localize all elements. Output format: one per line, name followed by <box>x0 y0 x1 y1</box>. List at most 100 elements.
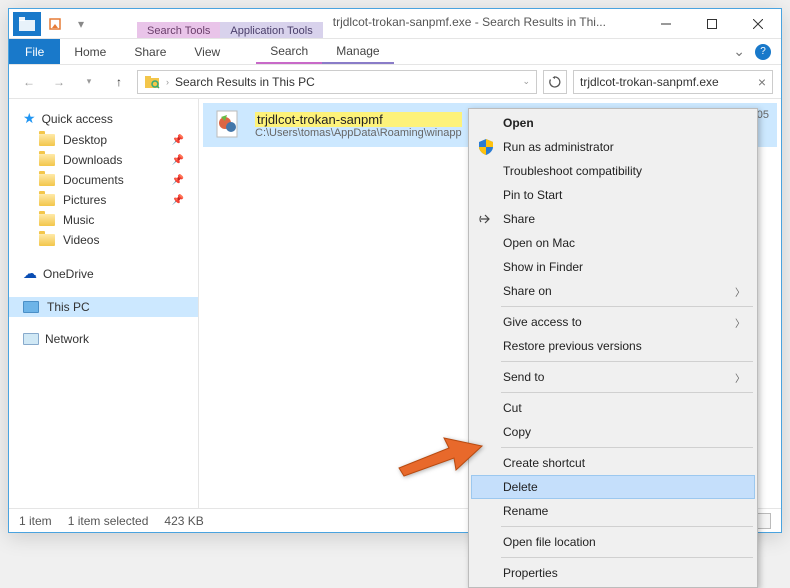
sidebar-network[interactable]: Network <box>9 329 198 349</box>
sidebar-item-music[interactable]: Music <box>9 210 198 230</box>
ctx-label: Delete <box>503 480 538 494</box>
sidebar-item-pictures[interactable]: Pictures📌 <box>9 190 198 210</box>
address-dropdown-icon[interactable]: ⌄ <box>522 76 530 87</box>
ribbon-tab-search[interactable]: Search <box>256 39 322 64</box>
pin-icon: 📌 <box>172 175 184 186</box>
status-item-count: 1 item <box>19 514 52 528</box>
ctx-copy[interactable]: Copy <box>471 420 755 444</box>
ctx-label: Open on Mac <box>503 236 575 250</box>
search-input[interactable] <box>580 75 758 89</box>
qat-dropdown-icon[interactable]: ▾ <box>69 12 93 36</box>
sidebar-item-desktop[interactable]: Desktop📌 <box>9 130 198 150</box>
ctx-give-access[interactable]: Give access to〉 <box>471 310 755 334</box>
shield-icon <box>477 138 495 156</box>
ctx-restore[interactable]: Restore previous versions <box>471 334 755 358</box>
ctx-label: Restore previous versions <box>503 339 642 353</box>
ribbon-expand-icon[interactable]: ⌄ <box>733 43 745 60</box>
nav-recent-dropdown[interactable]: ▾ <box>77 70 101 94</box>
sidebar-item-videos[interactable]: Videos <box>9 230 198 250</box>
sidebar-item-label: Music <box>63 213 94 227</box>
ctx-label: Send to <box>503 370 544 384</box>
sidebar-item-downloads[interactable]: Downloads 📌 <box>9 150 198 170</box>
context-menu: Open Run as administrator Troubleshoot c… <box>468 108 758 588</box>
window-title: trjdlcot-trokan-sanpmf.exe - Search Resu… <box>323 9 643 38</box>
result-text: trjdlcot-trokan-sanpmf C:\Users\tomas\Ap… <box>255 112 462 139</box>
nav-up-button[interactable]: ↑ <box>107 70 131 94</box>
ctx-send-to[interactable]: Send to〉 <box>471 365 755 389</box>
sidebar-item-label: Pictures <box>63 193 106 207</box>
ctx-show-finder[interactable]: Show in Finder <box>471 255 755 279</box>
quick-access-label: Quick access <box>42 112 113 126</box>
onedrive-label: OneDrive <box>43 267 94 281</box>
refresh-button[interactable] <box>543 70 567 94</box>
ctx-label: Rename <box>503 504 548 518</box>
star-icon: ★ <box>23 110 36 127</box>
ctx-separator <box>501 306 753 307</box>
result-filename: trjdlcot-trokan-sanpmf <box>255 112 462 127</box>
clear-search-icon[interactable]: × <box>758 74 766 90</box>
network-label: Network <box>45 332 89 346</box>
ctx-label: Share on <box>503 284 552 298</box>
share-icon <box>477 210 495 228</box>
chevron-right-icon: 〉 <box>735 315 745 330</box>
sidebar-item-documents[interactable]: Documents📌 <box>9 170 198 190</box>
ctx-label: Pin to Start <box>503 188 562 202</box>
pin-icon: 📌 <box>172 135 184 146</box>
address-path-text: Search Results in This PC <box>175 75 315 89</box>
ctx-label: Properties <box>503 566 558 580</box>
ribbon-tab-manage[interactable]: Manage <box>322 39 393 64</box>
ribbon-file-tab[interactable]: File <box>9 39 60 64</box>
ribbon-tab-home[interactable]: Home <box>60 39 120 64</box>
status-size: 423 KB <box>164 514 203 528</box>
ribbon: File Home Share View Search Manage ⌄ ? <box>9 39 781 65</box>
ctx-label: Show in Finder <box>503 260 583 274</box>
nav-back-button[interactable]: ← <box>17 70 41 94</box>
maximize-button[interactable] <box>689 9 735 38</box>
pin-icon: 📌 <box>172 155 184 166</box>
ctx-pin-start[interactable]: Pin to Start <box>471 183 755 207</box>
ctx-label: Troubleshoot compatibility <box>503 164 642 178</box>
address-path-box[interactable]: › Search Results in This PC ⌄ <box>137 70 537 94</box>
ctx-open-location[interactable]: Open file location <box>471 530 755 554</box>
search-box[interactable]: × <box>573 70 773 94</box>
qat-properties-icon[interactable] <box>43 12 67 36</box>
ctx-rename[interactable]: Rename <box>471 499 755 523</box>
ctx-run-admin[interactable]: Run as administrator <box>471 135 755 159</box>
ribbon-tab-view[interactable]: View <box>180 39 234 64</box>
chevron-right-icon: 〉 <box>735 284 745 299</box>
ctx-label: Run as administrator <box>503 140 614 154</box>
ribbon-tab-share[interactable]: Share <box>120 39 180 64</box>
ctx-separator <box>501 361 753 362</box>
qat-app-icon[interactable] <box>13 12 41 36</box>
contextual-tab-headers: Search Tools Application Tools <box>137 9 323 38</box>
chevron-right-icon: › <box>166 77 169 87</box>
minimize-button[interactable] <box>643 9 689 38</box>
ctx-open-mac[interactable]: Open on Mac <box>471 231 755 255</box>
navigation-pane: ★ Quick access Desktop📌 Downloads 📌 Docum… <box>9 99 199 508</box>
sidebar-onedrive[interactable]: ☁ OneDrive <box>9 262 198 285</box>
close-button[interactable] <box>735 9 781 38</box>
ctx-share-on[interactable]: Share on 〉 <box>471 279 755 303</box>
ctx-properties[interactable]: Properties <box>471 561 755 585</box>
annotation-arrow <box>394 428 484 481</box>
sidebar-item-label: Downloads <box>63 153 122 167</box>
folder-icon <box>39 174 55 186</box>
ctx-separator <box>501 557 753 558</box>
ctx-cut[interactable]: Cut <box>471 396 755 420</box>
ctx-troubleshoot[interactable]: Troubleshoot compatibility <box>471 159 755 183</box>
ctx-create-shortcut[interactable]: Create shortcut <box>471 451 755 475</box>
cloud-icon: ☁ <box>23 265 37 282</box>
search-folder-icon <box>144 74 160 90</box>
ctx-delete[interactable]: Delete <box>471 475 755 499</box>
sidebar-quick-access[interactable]: ★ Quick access <box>9 107 198 130</box>
nav-forward-button[interactable]: → <box>47 70 71 94</box>
network-icon <box>23 333 39 345</box>
result-date-fragment: 05 <box>757 109 769 121</box>
ctx-share[interactable]: Share <box>471 207 755 231</box>
ctx-open[interactable]: Open <box>471 111 755 135</box>
address-bar: ← → ▾ ↑ › Search Results in This PC ⌄ × <box>9 65 781 99</box>
quick-access-toolbar: ▾ <box>9 9 97 38</box>
window-controls <box>643 9 781 38</box>
sidebar-this-pc[interactable]: This PC <box>9 297 198 317</box>
help-icon[interactable]: ? <box>755 44 771 60</box>
